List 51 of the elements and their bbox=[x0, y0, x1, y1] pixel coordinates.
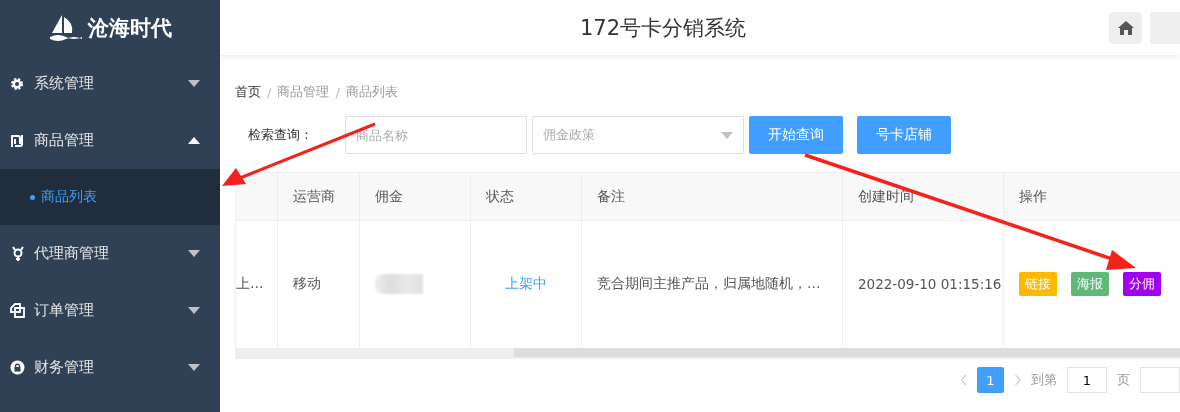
confirm-button[interactable] bbox=[1140, 367, 1180, 393]
column-header: 操作 bbox=[1019, 187, 1047, 206]
menu-item[interactable]: 系统管理 bbox=[0, 55, 220, 112]
card-shop-button[interactable]: 号卡店铺 bbox=[857, 116, 951, 154]
breadcrumb-link[interactable]: 商品列表 bbox=[345, 83, 398, 101]
menu-item[interactable]: 代理商管理 bbox=[0, 225, 220, 282]
caret-icon bbox=[721, 131, 733, 139]
menu-item[interactable]: 商品管理 bbox=[0, 112, 220, 169]
action-button[interactable]: 分佣 bbox=[1123, 272, 1161, 296]
blurred-value bbox=[375, 274, 423, 294]
page-number-field[interactable]: 1 bbox=[1067, 367, 1107, 393]
page-button[interactable]: 1 bbox=[977, 367, 1004, 393]
table-cell: 2022-09-10 01:15:16 bbox=[858, 276, 1002, 292]
lock-icon bbox=[10, 360, 25, 375]
page-title: 172号卡分销系统 bbox=[580, 14, 748, 42]
table-cell: 竞合期间主推产品，归属地随机，… bbox=[597, 275, 821, 293]
column-header: 备注 bbox=[597, 187, 625, 206]
breadcrumb-link[interactable]: 商品管理 bbox=[277, 83, 330, 101]
gear-icon bbox=[10, 76, 24, 91]
caret-icon bbox=[188, 137, 200, 144]
next-page-icon[interactable] bbox=[1013, 372, 1021, 388]
shekel-icon bbox=[10, 133, 24, 148]
menu-item[interactable]: 财务管理 bbox=[0, 339, 220, 396]
home-button[interactable] bbox=[1109, 11, 1142, 44]
search-button[interactable]: 开始查询 bbox=[749, 116, 843, 154]
home-icon bbox=[1117, 20, 1134, 35]
bullet-icon bbox=[30, 194, 35, 200]
status-link[interactable]: 上架中 bbox=[505, 275, 547, 293]
breadcrumb-link[interactable]: 首页 bbox=[235, 83, 261, 101]
column-header: 运营商 bbox=[293, 187, 335, 206]
caret-icon bbox=[188, 364, 200, 371]
table-cell: 上… bbox=[236, 275, 264, 293]
horizontal-scrollbar[interactable] bbox=[236, 348, 1180, 359]
breadcrumb-separator: / bbox=[335, 84, 340, 100]
search-label: 检索查询： bbox=[247, 126, 314, 144]
logo-text: 沧海时代 bbox=[88, 14, 172, 42]
gender-icon bbox=[10, 245, 26, 262]
table-cell: 移动 bbox=[293, 275, 321, 293]
breadcrumb-separator: / bbox=[267, 84, 272, 100]
goto-label: 到第 bbox=[1031, 371, 1057, 389]
caret-icon bbox=[188, 250, 200, 257]
menu-item[interactable]: 订单管理 bbox=[0, 282, 220, 339]
caret-icon bbox=[188, 80, 200, 87]
product-name-field[interactable]: 商品名称 bbox=[345, 116, 527, 154]
previous-page-icon[interactable] bbox=[960, 372, 968, 388]
copy-icon bbox=[10, 303, 25, 318]
page-unit-label: 页 bbox=[1117, 371, 1130, 389]
column-header: 状态 bbox=[486, 187, 514, 206]
column-header: 佣金 bbox=[375, 187, 403, 206]
caret-icon bbox=[188, 307, 200, 314]
submenu-item[interactable]: 商品列表 bbox=[0, 169, 220, 225]
